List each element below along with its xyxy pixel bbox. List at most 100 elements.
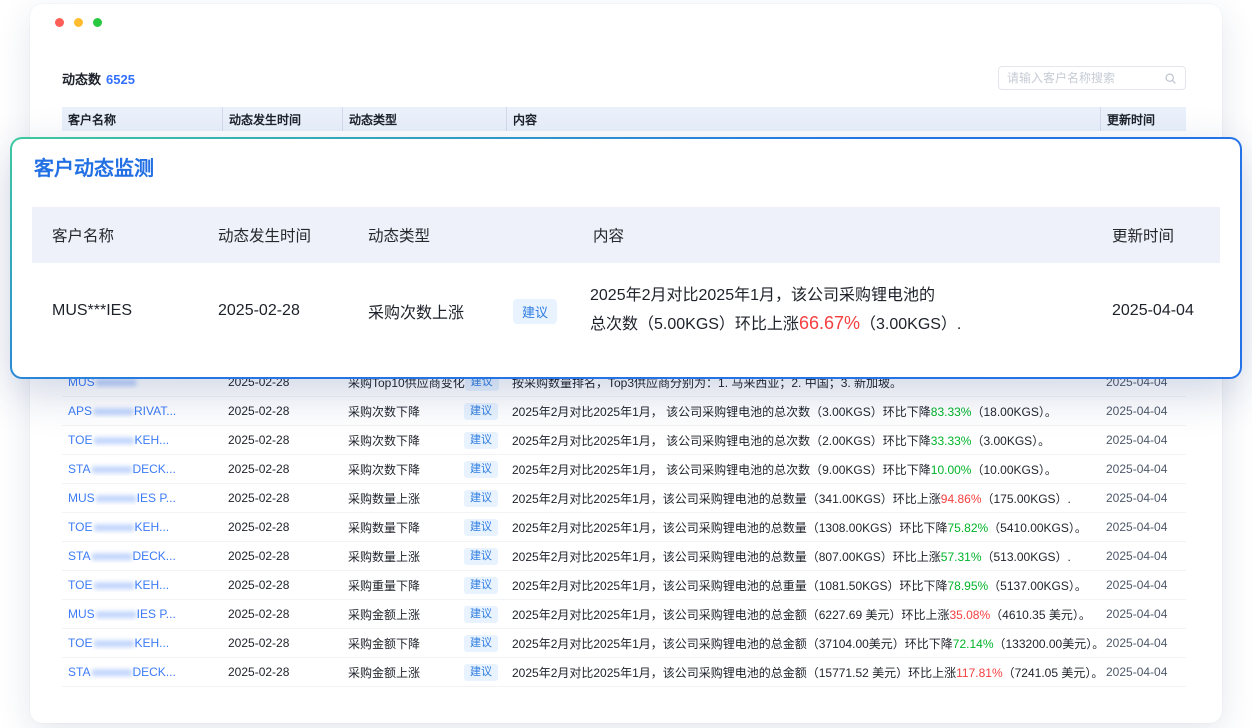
table-row[interactable]: STAxxxxxxxxDECK...2025-02-28采购次数下降建议2025…	[62, 455, 1186, 484]
content-text: （513.00KGS）.	[982, 550, 1071, 564]
event-content-cell: 2025年2月对比2025年1月，该公司采购锂电池的总数量（807.00KGS）…	[506, 548, 1100, 565]
event-type-cell: 采购次数下降建议	[342, 432, 506, 449]
table-row[interactable]: TOExxxxxxxxKEH...2025-02-28采购次数下降建议 2025年…	[62, 426, 1186, 455]
table-body: MUSxxxxxxxx2025-02-28采购Top10供应商变化建议按采购数量…	[62, 368, 1186, 687]
event-content-cell: 2025年2月对比2025年1月，该公司采购锂电池的总金额（15771.52 美…	[506, 664, 1100, 681]
update-date-cell: 2025-04-04	[1100, 665, 1186, 679]
suggestion-badge[interactable]: 建议	[464, 664, 498, 681]
column-header-event-time: 动态发生时间	[222, 107, 342, 131]
event-type-cell: 采购次数下降建议	[342, 403, 506, 420]
content-text: 2025年2月对比2025年1月， 该公司采购锂电池的总次数（2.00KGS）环…	[512, 434, 931, 448]
suggestion-badge[interactable]: 建议	[464, 461, 498, 478]
content-text: （10.00KGS）。	[971, 463, 1056, 477]
customer-name-prefix: MUS	[68, 491, 95, 505]
table-row[interactable]: TOExxxxxxxxKEH...2025-02-28采购数量下降建议 2025年…	[62, 513, 1186, 542]
update-date-cell: 2025-04-04	[1100, 433, 1186, 447]
search-icon[interactable]	[1164, 72, 1177, 85]
content-text: 2025年2月对比2025年1月，该公司采购锂电池的总重量（1081.50KGS…	[512, 579, 947, 593]
event-type-label: 采购数量上涨	[348, 490, 420, 507]
customer-name-redacted: xxxxxxxx	[93, 433, 133, 447]
event-content-cell: 2025年2月对比2025年1月，该公司采购锂电池的总数量（341.00KGS）…	[506, 490, 1100, 507]
suggestion-badge[interactable]: 建议	[464, 403, 498, 420]
suggestion-badge[interactable]: 建议	[464, 606, 498, 623]
event-type-cell: 采购数量上涨 建议	[342, 548, 506, 565]
table-header: 客户名称 动态发生时间 动态类型 内容 更新时间	[62, 107, 1186, 131]
column-header-update-time: 更新时间	[1100, 107, 1186, 131]
content-text: （175.00KGS）.	[982, 492, 1071, 506]
percent-value: 75.82%	[947, 521, 988, 535]
suggestion-badge[interactable]: 建议	[464, 577, 498, 594]
suggestion-badge[interactable]: 建议	[464, 519, 498, 536]
popup-content-line1: 2025年2月对比2025年1月，该公司采购锂电池的	[590, 283, 1092, 309]
event-type-cell: 采购金额上涨建议	[342, 664, 506, 681]
update-date-cell: 2025-04-04	[1100, 462, 1186, 476]
popup-suggestion-badge[interactable]: 建议	[513, 299, 557, 324]
customer-name-link[interactable]: MUSxxxxxxxxIES P...	[62, 491, 222, 505]
suggestion-badge[interactable]: 建议	[464, 490, 498, 507]
popup-column-header-event-time: 动态发生时间	[198, 224, 348, 246]
customer-name-suffix: DECK...	[132, 549, 175, 563]
customer-name-link[interactable]: TOExxxxxxxxKEH...	[62, 636, 222, 650]
customer-name-link[interactable]: STAxxxxxxxxDECK...	[62, 549, 222, 563]
customer-name-link[interactable]: APSxxxxxxxxRIVAT...	[62, 404, 222, 418]
customer-name-prefix: STA	[68, 665, 90, 679]
popup-table-row[interactable]: MUS***IES 2025-02-28 采购次数上涨 建议 2025年2月对比…	[32, 263, 1220, 359]
minimize-window-button[interactable]	[74, 18, 83, 27]
customer-name-link[interactable]: TOExxxxxxxxKEH...	[62, 433, 222, 447]
customer-name-suffix: DECK...	[132, 462, 175, 476]
customer-name-redacted: xxxxxxxx	[91, 462, 131, 476]
page-toolbar: 动态数6525	[62, 64, 1186, 92]
table-row[interactable]: MUSxxxxxxxxIES P...2025-02-28采购数量上涨建议202…	[62, 484, 1186, 513]
event-date-cell: 2025-02-28	[222, 607, 342, 621]
percent-value: 33.33%	[931, 434, 972, 448]
column-header-customer-name: 客户名称	[62, 111, 222, 128]
customer-name-prefix: TOE	[68, 520, 92, 534]
event-content-cell: 2025年2月对比2025年1月，该公司采购锂电池的总数量（1308.00KGS…	[506, 519, 1100, 536]
close-window-button[interactable]	[55, 18, 64, 27]
event-type-cell: 采购数量下降建议	[342, 519, 506, 536]
table-row[interactable]: TOExxxxxxxxKEH...2025-02-28采购金额下降建议2025年…	[62, 629, 1186, 658]
content-text: （4610.35 美元）。	[990, 608, 1091, 622]
popup-event-type-cell: 采购次数上涨 建议	[348, 299, 573, 324]
customer-name-redacted: xxxxxxxx	[96, 607, 136, 621]
customer-name-suffix: IES P...	[137, 607, 176, 621]
update-date-cell: 2025-04-04	[1100, 404, 1186, 418]
popup-column-header-update-time: 更新时间	[1092, 224, 1220, 246]
customer-name-link[interactable]: MUSxxxxxxxxIES P...	[62, 607, 222, 621]
table-row[interactable]: APSxxxxxxxxRIVAT...2025-02-28采购次数下降建议 202…	[62, 397, 1186, 426]
percent-value: 10.00%	[931, 463, 972, 477]
suggestion-badge[interactable]: 建议	[464, 548, 498, 565]
table-row[interactable]: STAxxxxxxxxDECK...2025-02-28采购数量上涨建议2025…	[62, 542, 1186, 571]
event-type-label: 采购金额上涨	[348, 606, 420, 623]
customer-name-link[interactable]: STAxxxxxxxxDECK...	[62, 462, 222, 476]
event-date-cell: 2025-02-28	[222, 404, 342, 418]
popup-customer-name: MUS***IES	[32, 302, 198, 320]
dynamics-count-value: 6525	[106, 72, 135, 87]
event-date-cell: 2025-02-28	[222, 433, 342, 447]
zoom-window-button[interactable]	[93, 18, 102, 27]
percent-value: 35.08%	[949, 608, 990, 622]
customer-name-link[interactable]: TOExxxxxxxxKEH...	[62, 578, 222, 592]
content-text: 2025年2月对比2025年1月， 该公司采购锂电池的总次数（9.00KGS）环…	[512, 463, 931, 477]
customer-name-redacted: xxxxxxxx	[93, 404, 133, 418]
event-type-cell: 采购重量下降建议	[342, 577, 506, 594]
percent-value: 72.14%	[953, 637, 994, 651]
event-type-label: 采购次数下降	[348, 461, 420, 478]
content-text: 2025年2月对比2025年1月，该公司采购锂电池的总数量（1308.00KGS…	[512, 521, 947, 535]
customer-search-box[interactable]	[998, 66, 1186, 90]
customer-name-link[interactable]: TOExxxxxxxxKEH...	[62, 520, 222, 534]
table-row[interactable]: MUSxxxxxxxxIES P...2025-02-28采购金额上涨建议202…	[62, 600, 1186, 629]
customer-search-input[interactable]	[1007, 71, 1164, 85]
popup-update-date: 2025-04-04	[1092, 302, 1220, 320]
content-text: 总次数（5.00KGS）环比上涨	[590, 316, 799, 333]
event-type-cell: 采购金额下降建议	[342, 635, 506, 652]
content-text: 2025年2月对比2025年1月，该公司采购锂电池的总金额（15771.52 美…	[512, 666, 956, 680]
dynamics-count: 动态数6525	[62, 69, 135, 88]
table-row[interactable]: STAxxxxxxxxDECK...2025-02-28采购金额上涨建议2025…	[62, 658, 1186, 687]
suggestion-badge[interactable]: 建议	[464, 432, 498, 449]
suggestion-badge[interactable]: 建议	[464, 635, 498, 652]
table-row[interactable]: TOExxxxxxxxKEH...2025-02-28采购重量下降建议2025年…	[62, 571, 1186, 600]
customer-name-link[interactable]: STAxxxxxxxxDECK...	[62, 665, 222, 679]
event-type-label: 采购数量上涨	[348, 548, 420, 565]
event-date-cell: 2025-02-28	[222, 520, 342, 534]
